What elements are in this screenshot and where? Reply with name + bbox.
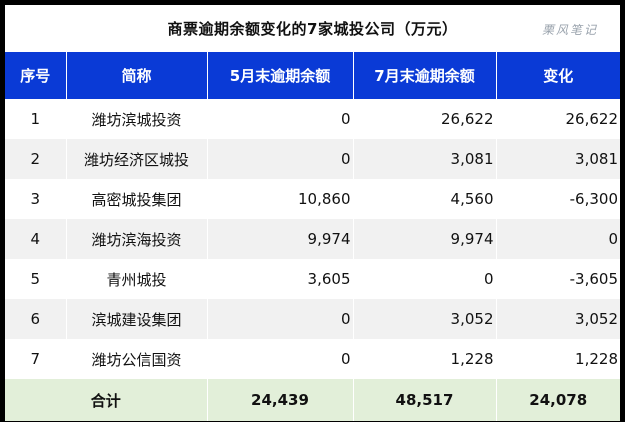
- total-label: 合计: [5, 379, 208, 421]
- cell-index: 3: [5, 179, 67, 219]
- cell-name: 潍坊滨海投资: [66, 219, 208, 259]
- cell-may-balance: 0: [207, 139, 354, 179]
- cell-name: 潍坊经济区城投: [66, 139, 208, 179]
- table-row: 4 潍坊滨海投资 9,974 9,974 0: [5, 219, 620, 259]
- cell-index: 1: [5, 99, 67, 139]
- cell-name: 高密城投集团: [66, 179, 208, 219]
- cell-change: 26,622: [496, 99, 620, 139]
- cell-may-balance: 10,860: [207, 179, 354, 219]
- cell-change: 3,081: [496, 139, 620, 179]
- cell-index: 6: [5, 299, 67, 339]
- table-row: 5 青州城投 3,605 0 -3,605: [5, 259, 620, 299]
- cell-change: 1,228: [496, 339, 620, 379]
- page-title: 商票逾期余额变化的7家城投公司（万元）: [167, 20, 458, 38]
- cell-change: 0: [496, 219, 620, 259]
- cell-index: 7: [5, 339, 67, 379]
- title-bar: 商票逾期余额变化的7家城投公司（万元） 栗风笔记: [5, 5, 620, 52]
- cell-name: 潍坊公信国资: [66, 339, 208, 379]
- table-row: 2 潍坊经济区城投 0 3,081 3,081: [5, 139, 620, 179]
- total-change: 24,078: [496, 379, 620, 421]
- cell-name: 青州城投: [66, 259, 208, 299]
- cell-change: 3,052: [496, 299, 620, 339]
- header-change: 变化: [496, 52, 620, 99]
- cell-name: 潍坊滨城投资: [66, 99, 208, 139]
- cell-jul-balance: 4,560: [353, 179, 497, 219]
- total-row: 合计 24,439 48,517 24,078: [5, 379, 620, 421]
- cell-jul-balance: 26,622: [353, 99, 497, 139]
- header-index: 序号: [5, 52, 67, 99]
- watermark: 栗风笔记: [541, 23, 598, 37]
- header-row: 序号 简称 5月末逾期余额 7月末逾期余额 变化: [5, 52, 620, 99]
- cell-change: -3,605: [496, 259, 620, 299]
- total-jul-balance: 48,517: [353, 379, 497, 421]
- cell-may-balance: 0: [207, 299, 354, 339]
- cell-jul-balance: 1,228: [353, 339, 497, 379]
- header-jul-balance: 7月末逾期余额: [353, 52, 497, 99]
- data-table: 序号 简称 5月末逾期余额 7月末逾期余额 变化 1 潍坊滨城投资 0 26,6…: [5, 52, 620, 421]
- header-name: 简称: [66, 52, 208, 99]
- header-may-balance: 5月末逾期余额: [207, 52, 354, 99]
- cell-name: 滨城建设集团: [66, 299, 208, 339]
- cell-index: 2: [5, 139, 67, 179]
- cell-may-balance: 0: [207, 339, 354, 379]
- table-row: 6 滨城建设集团 0 3,052 3,052: [5, 299, 620, 339]
- table-row: 1 潍坊滨城投资 0 26,622 26,622: [5, 99, 620, 139]
- cell-jul-balance: 0: [353, 259, 497, 299]
- table-frame: 商票逾期余额变化的7家城投公司（万元） 栗风笔记 序号 简称 5月末逾期余额 7…: [5, 5, 620, 421]
- cell-jul-balance: 3,081: [353, 139, 497, 179]
- table-row: 7 潍坊公信国资 0 1,228 1,228: [5, 339, 620, 379]
- total-may-balance: 24,439: [207, 379, 354, 421]
- cell-jul-balance: 3,052: [353, 299, 497, 339]
- cell-jul-balance: 9,974: [353, 219, 497, 259]
- cell-change: -6,300: [496, 179, 620, 219]
- cell-may-balance: 9,974: [207, 219, 354, 259]
- table-row: 3 高密城投集团 10,860 4,560 -6,300: [5, 179, 620, 219]
- cell-may-balance: 0: [207, 99, 354, 139]
- cell-index: 5: [5, 259, 67, 299]
- cell-index: 4: [5, 219, 67, 259]
- cell-may-balance: 3,605: [207, 259, 354, 299]
